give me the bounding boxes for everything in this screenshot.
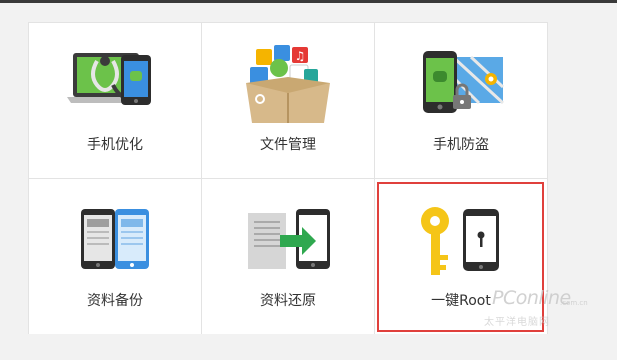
tool-grid: 手机优化 ♫ 文件管理 手机防盗 资料备份 资料还原 一键Root (28, 22, 548, 334)
data-restore-icon (248, 209, 330, 269)
one-click-root-icon (421, 207, 499, 275)
svg-text:♫: ♫ (295, 49, 306, 63)
tile-label: 资料还原 (260, 293, 316, 309)
tile-file-manager[interactable]: ♫ 文件管理 (202, 23, 374, 178)
tile-label: 文件管理 (260, 137, 316, 153)
file-manager-icon: ♫ (246, 45, 330, 123)
tile-label: 手机优化 (87, 137, 143, 153)
tile-phone-optimize[interactable]: 手机优化 (29, 23, 201, 178)
tile-label: 手机防盗 (433, 137, 489, 153)
tile-data-restore[interactable]: 资料还原 (202, 179, 374, 334)
tile-label: 资料备份 (87, 293, 143, 309)
watermark-domain: .com.cn (560, 299, 588, 307)
tile-data-backup[interactable]: 资料备份 (29, 179, 201, 334)
data-backup-icon (81, 209, 149, 269)
phone-optimize-icon (67, 53, 151, 105)
phone-antitheft-icon (423, 51, 505, 113)
top-border (0, 0, 617, 3)
tile-one-click-root[interactable]: 一键Root (375, 179, 547, 334)
tile-label: 一键Root (431, 293, 491, 309)
tile-phone-antitheft[interactable]: 手机防盗 (375, 23, 547, 178)
